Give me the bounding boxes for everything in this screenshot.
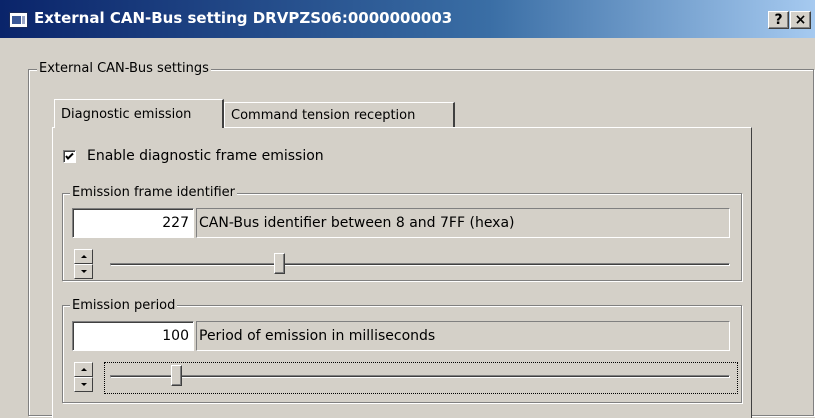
chevron-down-icon <box>81 270 87 273</box>
frame-identifier-description: CAN-Bus identifier between 8 and 7FF (he… <box>196 208 730 238</box>
tab-command-tension-reception[interactable]: Command tension reception <box>224 102 455 128</box>
title-bar[interactable]: External CAN-Bus setting DRVPZS06:000000… <box>0 0 815 38</box>
spinner-up-button[interactable] <box>74 249 93 264</box>
period-spinner[interactable] <box>74 362 93 392</box>
chevron-down-icon <box>81 383 87 386</box>
window-title: External CAN-Bus setting DRVPZS06:000000… <box>34 9 453 27</box>
frame-identifier-spinner[interactable] <box>74 249 93 279</box>
spinner-up-button[interactable] <box>74 362 93 377</box>
enable-diagnostic-label[interactable]: Enable diagnostic frame emission <box>87 148 324 164</box>
spinner-down-button[interactable] <box>74 264 93 279</box>
emission-period-legend: Emission period <box>70 298 178 313</box>
spinner-down-button[interactable] <box>74 377 93 392</box>
period-description: Period of emission in milliseconds <box>196 321 730 351</box>
frame-identifier-slider-thumb[interactable] <box>274 253 286 274</box>
period-slider-track[interactable] <box>110 375 730 378</box>
tab-command-tension-reception-label: Command tension reception <box>231 108 416 123</box>
period-slider-focus <box>104 362 738 394</box>
help-button[interactable]: ? <box>768 11 789 29</box>
checkmark-icon <box>65 152 74 160</box>
external-can-bus-settings-legend: External CAN-Bus settings <box>37 61 211 76</box>
frame-identifier-slider-track[interactable] <box>110 263 730 266</box>
tab-diagnostic-emission-label: Diagnostic emission <box>61 107 192 122</box>
frame-identifier-input[interactable]: 227 <box>72 208 194 238</box>
period-slider-thumb[interactable] <box>170 365 182 386</box>
chevron-up-icon <box>81 255 87 258</box>
emission-frame-identifier-legend: Emission frame identifier <box>70 185 237 200</box>
period-input[interactable]: 100 <box>72 321 194 351</box>
tab-diagnostic-emission[interactable]: Diagnostic emission <box>54 99 224 128</box>
close-button[interactable]: × <box>790 11 811 29</box>
chevron-up-icon <box>81 368 87 371</box>
enable-diagnostic-checkbox[interactable] <box>63 150 76 163</box>
application-window-icon <box>9 12 28 28</box>
